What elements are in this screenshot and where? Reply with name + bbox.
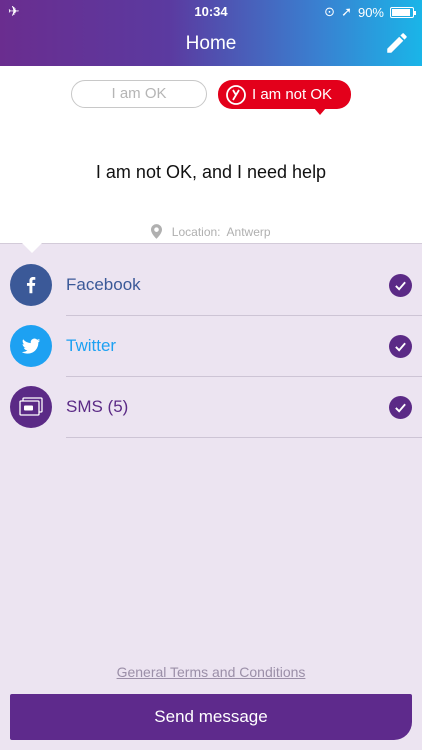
checkmark-icon[interactable]: [389, 335, 412, 358]
channel-label: Facebook: [66, 275, 141, 294]
pencil-icon: [387, 33, 407, 53]
battery-icon: [390, 6, 416, 18]
status-bar: ✈ 10:34 ⊙ ➚ 90%: [0, 0, 422, 22]
status-right: ⊙ ➚ 90%: [324, 4, 416, 20]
channel-label: SMS (5): [66, 397, 129, 416]
channel-row-sms[interactable]: SMS (5): [0, 377, 422, 438]
location-pin-icon: [151, 224, 163, 239]
row-divider: [66, 437, 422, 438]
rotation-lock-icon: ⊙: [324, 4, 336, 19]
i-am-ok-toggle[interactable]: I am OK: [71, 80, 207, 108]
location-arrow-icon: ➚: [341, 4, 352, 19]
channel-row-twitter[interactable]: Twitter: [0, 316, 422, 377]
channel-row-facebook[interactable]: Facebook: [0, 255, 422, 316]
edit-button[interactable]: [384, 30, 410, 56]
toggle-tail: [314, 108, 326, 115]
send-message-button[interactable]: Send message: [10, 694, 412, 740]
location-label: Location:: [171, 225, 221, 239]
location-city: Antwerp: [226, 225, 271, 239]
battery-fill: [392, 8, 410, 16]
panel-pointer: [22, 243, 42, 253]
proximus-logo-icon: [226, 84, 246, 105]
channel-label: Twitter: [66, 336, 117, 355]
battery-percent: 90%: [357, 4, 384, 20]
not-ok-label: I am not OK: [252, 86, 333, 103]
checkmark-icon[interactable]: [389, 274, 412, 297]
twitter-icon: [10, 325, 52, 367]
page-title: Home: [185, 33, 237, 54]
status-panel: I am OK I am not OK I am not OK, and I n…: [0, 66, 422, 244]
facebook-icon: [10, 264, 52, 306]
checkmark-icon[interactable]: [389, 396, 412, 419]
list-top-border: [0, 243, 422, 244]
terms-link[interactable]: General Terms and Conditions: [0, 664, 422, 680]
i-am-not-ok-toggle[interactable]: I am not OK: [218, 80, 351, 115]
sms-icon: [10, 386, 52, 428]
location-line: Location: Antwerp: [0, 224, 422, 239]
status-message: I am not OK, and I need help: [95, 162, 327, 182]
app-header: ✈ 10:34 ⊙ ➚ 90% Home: [0, 0, 422, 66]
